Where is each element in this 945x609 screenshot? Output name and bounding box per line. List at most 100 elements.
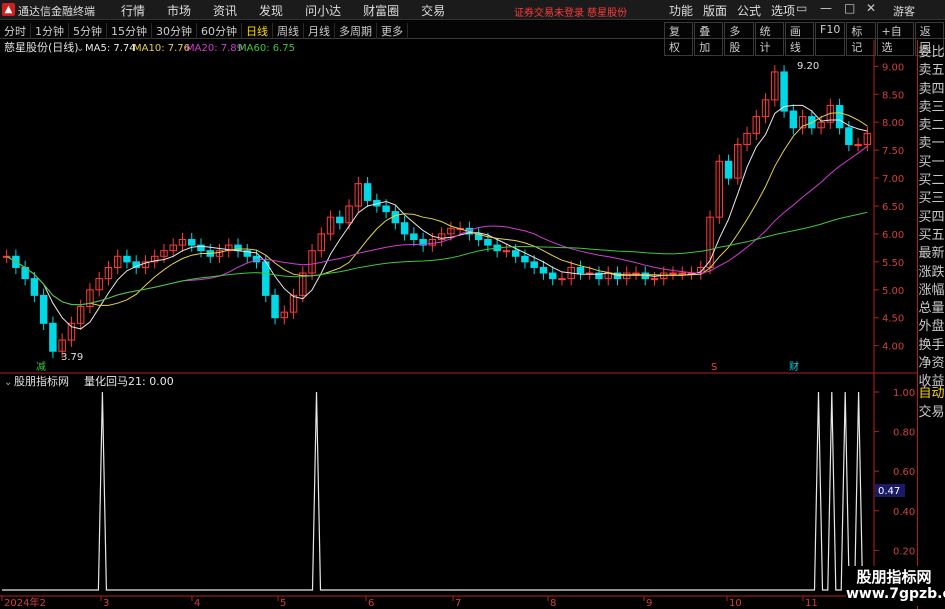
candle-body (234, 244, 242, 252)
indicator-axis: 1.00 0.80 0.60 0.40 0.20 (874, 388, 915, 557)
ma10-legend: MA10: 7.76 (133, 43, 190, 54)
side-sell3[interactable]: 卖三 (918, 99, 945, 117)
indicator-series-line (2, 391, 872, 591)
time-tick-label: 10 (729, 598, 742, 609)
candle-body (511, 250, 520, 257)
candle-body (678, 272, 687, 275)
price-tick-label: 6.00 (882, 230, 904, 241)
indicator-toggle-icon[interactable]: ⌄ (4, 377, 12, 388)
candle-body (271, 294, 279, 319)
candle-body (521, 255, 529, 263)
side-change[interactable]: 涨跌 (918, 264, 945, 282)
time-tick-label: 3 (103, 598, 109, 609)
side-trade[interactable]: 交易 (918, 404, 945, 423)
price-tick-label: 8.50 (882, 90, 904, 101)
time-tick-label: 4 (194, 598, 200, 609)
indicator-value-legend: 量化回马21: 0.00 (84, 374, 174, 388)
side-sell1[interactable]: 卖一 (918, 135, 945, 153)
time-tick-label: 5 (280, 598, 286, 609)
side-netasset[interactable]: 净资 (918, 355, 945, 373)
candle-body (410, 233, 418, 241)
candle-body (576, 266, 585, 274)
legend-toggle-icon[interactable]: ⌄ (76, 43, 84, 54)
indicator-tick-label: 0.40 (893, 507, 915, 518)
side-buy2[interactable]: 买二 (918, 172, 945, 190)
watermark-line2: www.7gpzb.com (846, 586, 945, 602)
candle-body (336, 216, 344, 224)
candle-body (845, 127, 853, 146)
ma20-legend: MA20: 7.89 (186, 43, 243, 54)
side-auto[interactable]: 自动 (918, 385, 945, 404)
indicator-tick-label: 0.80 (893, 428, 915, 439)
side-buy4[interactable]: 买四 (918, 209, 945, 227)
indicator-tick-label: 0.20 (893, 546, 915, 557)
reduce-holding-mark[interactable]: 减 (36, 361, 46, 373)
candle-body (49, 322, 57, 352)
low-price-label: 3.79 (61, 352, 83, 363)
time-tick-label: 6 (368, 598, 374, 609)
price-tick-label: 6.50 (882, 202, 904, 213)
price-tick-label: 9.00 (882, 62, 904, 73)
candle-body (123, 255, 131, 263)
ma60-legend: MA60: 6.75 (238, 43, 295, 54)
side-change-pct[interactable]: 涨幅 (918, 282, 945, 300)
watermark: 股朋指标网 www.7gpzb.com (846, 566, 945, 606)
side-sell2[interactable]: 卖二 (918, 117, 945, 135)
candle-body (39, 294, 48, 324)
candle-body (632, 272, 640, 275)
side-buy1[interactable]: 买一 (918, 154, 945, 172)
price-tick-label: 5.00 (882, 286, 904, 297)
side-turnover[interactable]: 换手 (918, 337, 945, 355)
candle-body (669, 272, 677, 275)
candle-body (262, 261, 270, 296)
indicator-name-legend: 股朋指标网 (14, 374, 69, 388)
side-weibi[interactable]: 委比 (918, 44, 945, 62)
ma5-legend: MA5: 7.74 (85, 43, 136, 54)
candle-body (30, 278, 39, 296)
candle-body (650, 278, 659, 281)
candle-body (530, 261, 538, 268)
chart-canvas[interactable]: 9.00 8.50 8.00 7.50 7.00 6.50 6.00 5.50 5.00 4.50… (0, 0, 945, 609)
side-outer[interactable]: 外盘 (918, 318, 945, 336)
candle-body (363, 183, 372, 201)
high-price-label: 9.20 (797, 61, 819, 72)
time-tick-label: 11 (805, 598, 818, 609)
candle-body (789, 110, 798, 129)
candle-body (548, 272, 557, 280)
indicator-tick-label: 0.60 (893, 467, 915, 478)
indicator-line (2, 391, 872, 591)
time-tick-label: 2024年2 (4, 596, 46, 609)
side-volume[interactable]: 总量 (918, 300, 945, 318)
s-event-mark[interactable]: S (711, 362, 717, 373)
side-sell4[interactable]: 卖四 (918, 81, 945, 99)
candle-body (558, 278, 566, 281)
side-sell5[interactable]: 卖五 (918, 62, 945, 80)
candle-body (502, 250, 511, 253)
stock-name-legend: 慈星股份(日线) (4, 40, 79, 54)
price-axis: 9.00 8.50 8.00 7.50 7.00 6.50 6.00 5.50 5.00 4.50… (874, 62, 904, 353)
candlestick-series (2, 65, 872, 358)
auto-trade-panel: 自动 交易 (918, 385, 945, 423)
time-tick-label: 8 (550, 598, 556, 609)
price-tick-label: 4.50 (882, 314, 904, 325)
candle-body (724, 160, 733, 179)
candle-body (780, 71, 788, 112)
finance-event-mark[interactable]: 财 (789, 360, 799, 373)
watermark-line1: 股朋指标网 (856, 568, 932, 586)
side-latest[interactable]: 最新 (918, 245, 945, 263)
quote-side-panel: 委比 卖五 卖四 卖三 卖二 卖一 买一 买二 买三 买四 买五 最新 涨跌 涨… (918, 44, 945, 392)
time-tick-label: 7 (455, 598, 461, 609)
candle-body (854, 144, 862, 147)
side-buy3[interactable]: 买三 (918, 190, 945, 208)
candle-body (484, 239, 492, 246)
candle-body (400, 222, 409, 235)
price-tick-label: 8.00 (882, 118, 904, 129)
time-tick-label: 9 (646, 598, 652, 609)
price-tick-label: 7.50 (882, 146, 904, 157)
price-tick-label: 4.00 (882, 342, 904, 353)
side-buy5[interactable]: 买五 (918, 227, 945, 245)
price-tick-label: 5.50 (882, 258, 904, 269)
cursor-value-label: 0.47 (878, 486, 900, 497)
price-tick-label: 7.00 (882, 174, 904, 185)
time-axis: 2024年2 3 4 5 6 7 8 9 10 11 (1, 596, 818, 609)
